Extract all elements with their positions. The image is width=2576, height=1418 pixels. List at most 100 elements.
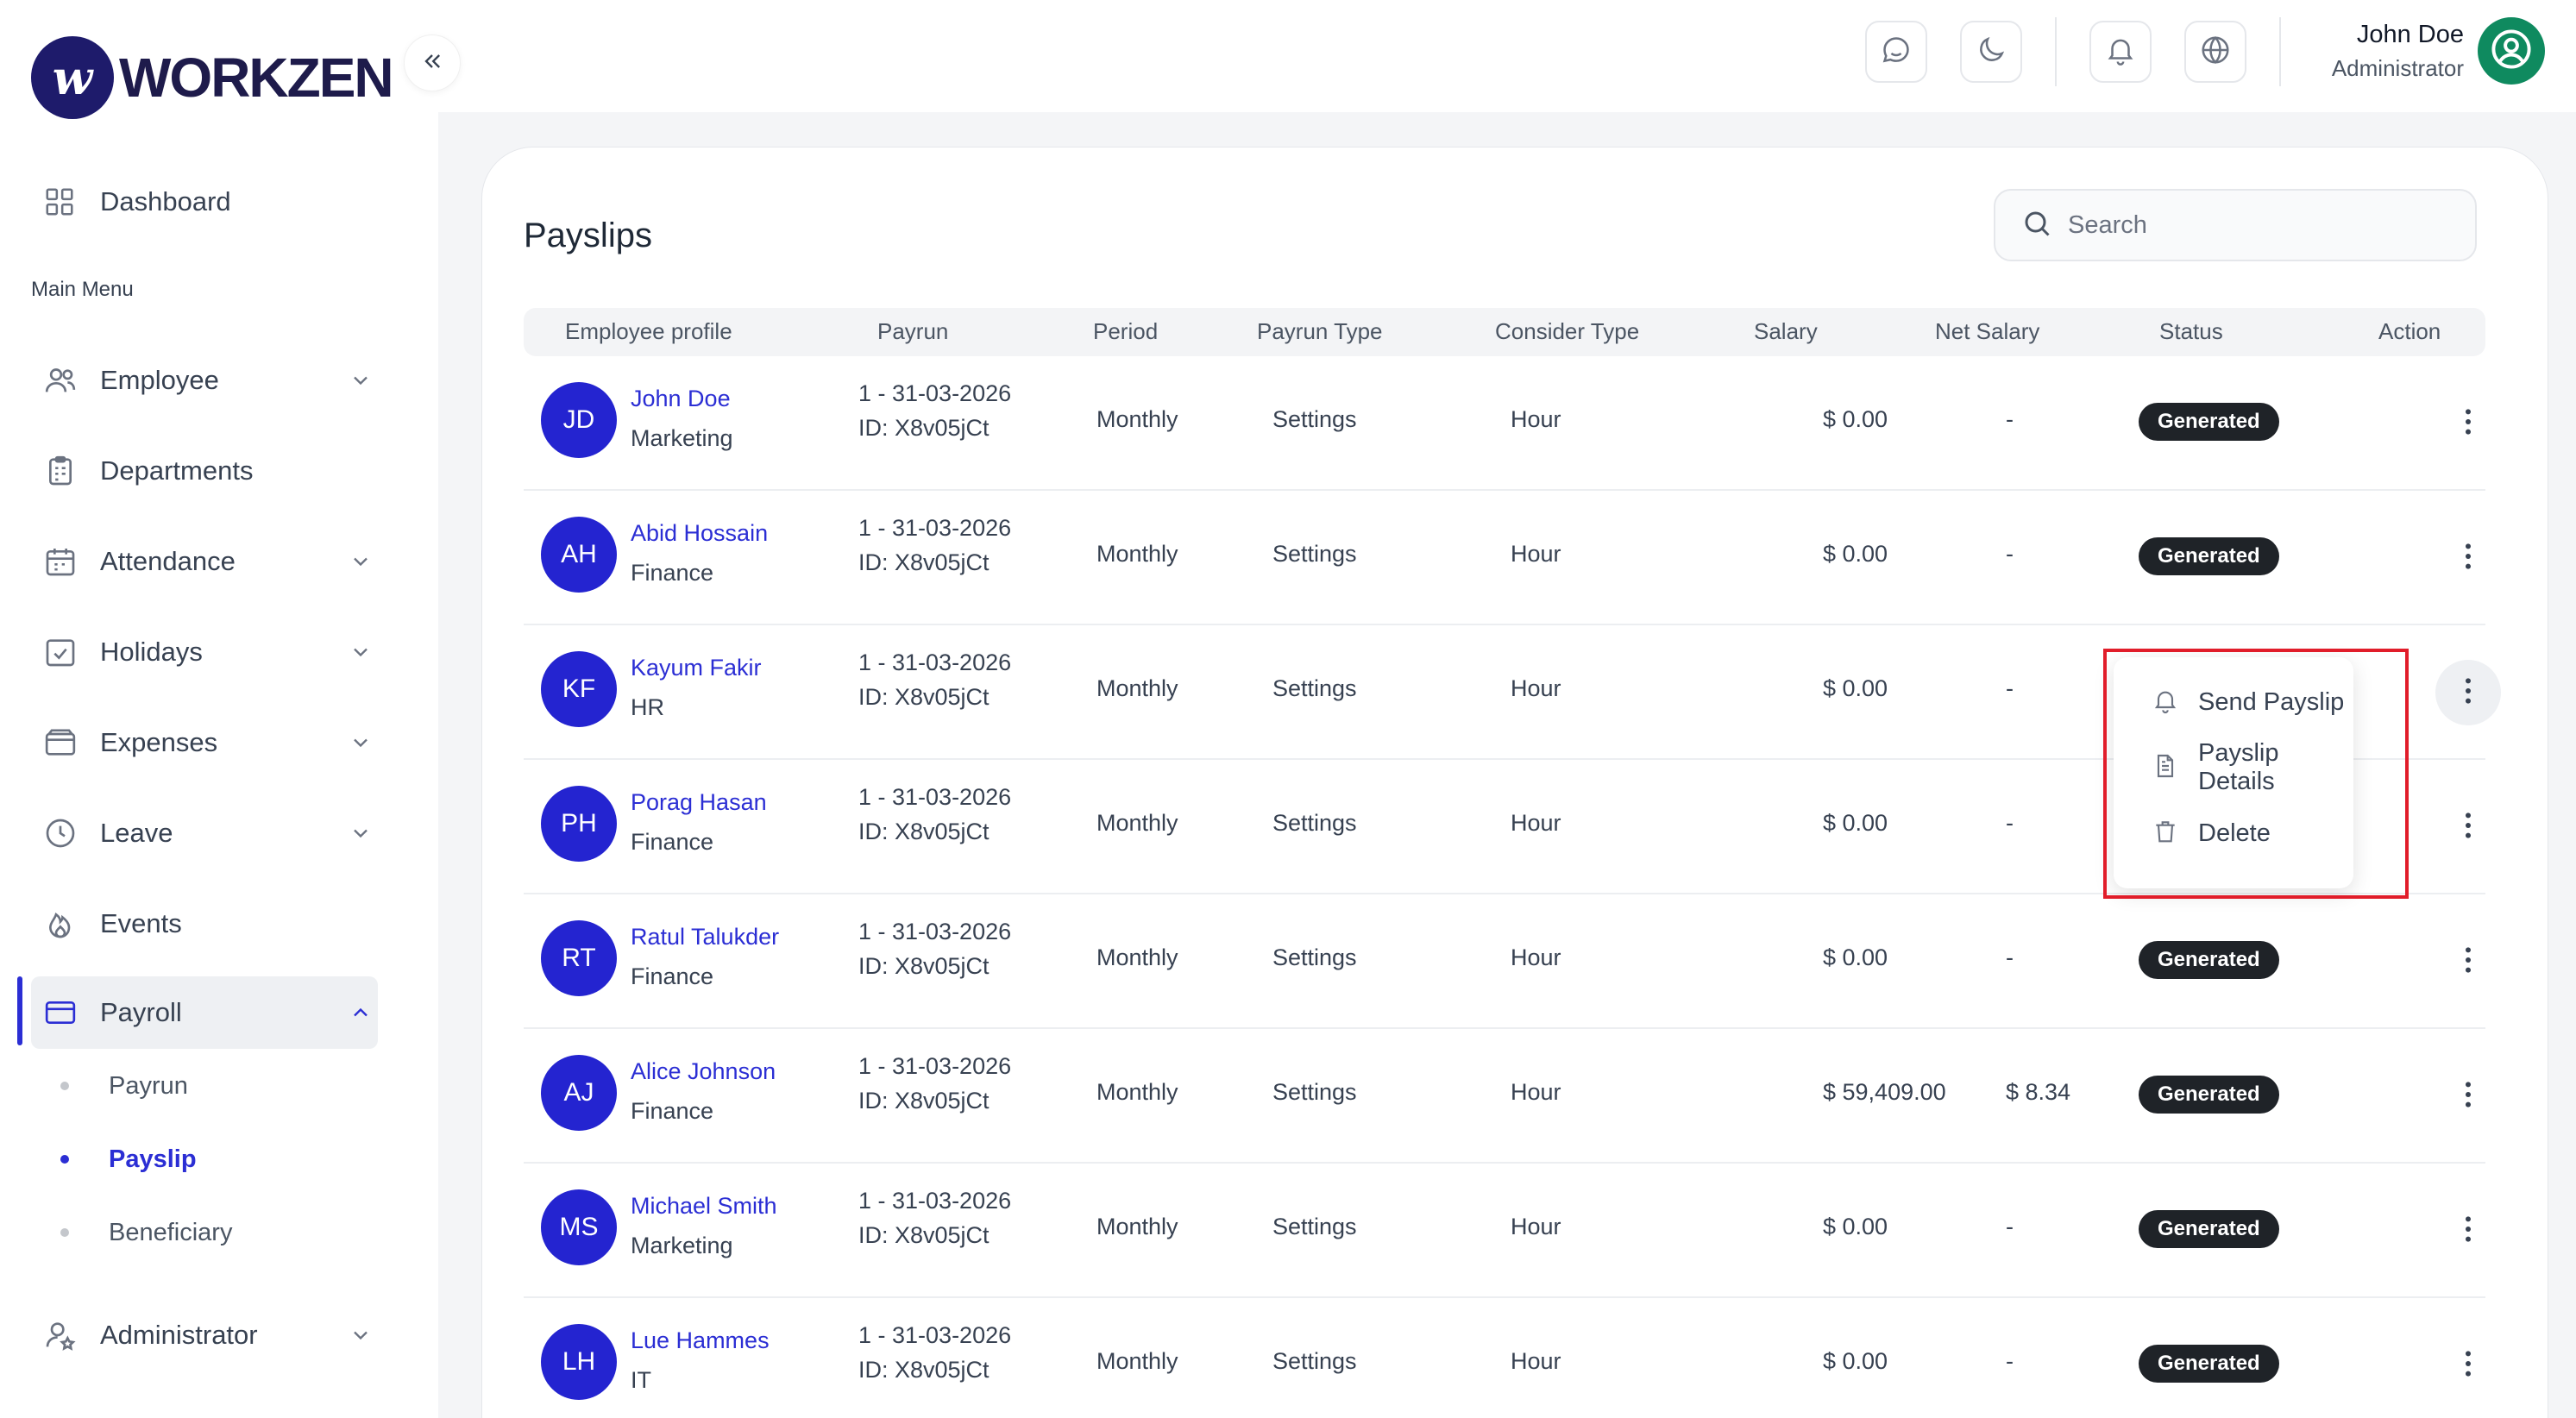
period-cell: Monthly [1096, 1214, 1178, 1239]
payrun-date: 1 - 31-03-2026 [858, 1188, 1012, 1214]
row-actions-button[interactable] [2435, 929, 2501, 994]
column-header[interactable]: Salary [1754, 318, 1818, 345]
employee-avatar[interactable]: JD [541, 382, 617, 458]
sidebar-subitem-payrun[interactable]: Payrun [60, 1064, 188, 1107]
consider-type-cell: Hour [1511, 810, 1561, 836]
employee-name-link[interactable]: Alice Johnson [631, 1058, 776, 1085]
payrun-date: 1 - 31-03-2026 [858, 649, 1012, 675]
notifications-button[interactable] [2089, 21, 2152, 83]
chat-button[interactable] [1865, 21, 1927, 83]
consider-type-cell: Hour [1511, 944, 1561, 970]
send-payslip-menu-item[interactable]: Send Payslip [2114, 669, 2353, 735]
column-header[interactable]: Payrun Type [1257, 318, 1383, 345]
more-vertical-icon [2451, 1346, 2485, 1385]
sidebar-subitem-label: Beneficiary [109, 1218, 233, 1246]
payrun-id: ID: X8v05jCt [858, 415, 990, 441]
delete-menu-item[interactable]: Delete [2114, 800, 2353, 866]
table-row[interactable]: LH Lue Hammes IT 1 - 31-03-2026 ID: X8v05jCt… [524, 1298, 2485, 1418]
sidebar-item-departments[interactable]: Departments [31, 435, 378, 507]
chat-icon [1880, 34, 1913, 71]
table-row[interactable]: RT Ratul Talukder Finance 1 - 31-03-2026 ID:… [524, 894, 2485, 1029]
employee-avatar[interactable]: LH [541, 1324, 617, 1400]
logo[interactable]: w WORKZEN [31, 36, 394, 119]
net-salary-cell: - [2006, 944, 2014, 970]
payrun-type-cell: Settings [1272, 944, 1357, 970]
user-name[interactable]: John Doe [2357, 21, 2464, 49]
more-vertical-icon [2451, 1077, 2485, 1116]
employee-name-link[interactable]: Porag Hasan [631, 789, 767, 816]
table-row[interactable]: AH Abid Hossain Finance 1 - 31-03-2026 ID: X… [524, 491, 2485, 625]
row-actions-button[interactable] [2435, 660, 2501, 725]
column-header[interactable]: Net Salary [1935, 318, 2039, 345]
table-row[interactable]: MS Michael Smith Marketing 1 - 31-03-2026 ID… [524, 1164, 2485, 1298]
employee-avatar[interactable]: PH [541, 786, 617, 862]
row-actions-button[interactable] [2435, 1064, 2501, 1129]
sidebar-item-employee[interactable]: Employee [31, 344, 378, 417]
sidebar-item-attendance[interactable]: Attendance [31, 525, 378, 598]
column-header[interactable]: Period [1093, 318, 1158, 345]
employee-name-link[interactable]: Lue Hammes [631, 1327, 770, 1354]
employee-name-link[interactable]: Kayum Fakir [631, 655, 762, 681]
employee-avatar[interactable]: RT [541, 920, 617, 996]
sidebar-item-administrator[interactable]: Administrator [31, 1299, 378, 1371]
employee-avatar[interactable]: MS [541, 1189, 617, 1265]
moon-icon [1975, 34, 2007, 71]
employee-avatar[interactable]: AH [541, 517, 617, 593]
payrun-type-cell: Settings [1272, 406, 1357, 432]
more-vertical-icon [2451, 808, 2485, 847]
sidebar-item-events[interactable]: Events [31, 888, 378, 960]
column-header[interactable]: Employee profile [565, 318, 732, 345]
sidebar-subitem-payslip[interactable]: Payslip [60, 1138, 197, 1181]
collapse-sidebar-button[interactable] [404, 35, 461, 91]
row-actions-button[interactable] [2435, 794, 2501, 860]
sidebar-item-leave[interactable]: Leave [31, 797, 378, 869]
row-actions-button[interactable] [2435, 1198, 2501, 1264]
sidebar-item-label: Leave [100, 818, 173, 848]
consider-type-cell: Hour [1511, 1214, 1561, 1239]
payrun-type-cell: Settings [1272, 1214, 1357, 1239]
payrun-type-cell: Settings [1272, 541, 1357, 567]
employee-name-link[interactable]: Abid Hossain [631, 520, 768, 547]
payrun-id: ID: X8v05jCt [858, 1088, 990, 1114]
chevron-down-icon [343, 731, 378, 755]
sidebar-item-label: Expenses [100, 727, 218, 757]
language-button[interactable] [2184, 21, 2246, 83]
dark-mode-button[interactable] [1960, 21, 2022, 83]
sidebar-item-payroll[interactable]: Payroll [31, 976, 378, 1049]
net-salary-cell: - [2006, 406, 2014, 432]
header-divider [2055, 17, 2057, 86]
table-row[interactable]: JD John Doe Marketing 1 - 31-03-2026 ID: X8v… [524, 356, 2485, 491]
column-header[interactable]: Payrun [877, 318, 948, 345]
top-header: John Doe Administrator [438, 0, 2576, 112]
document-icon [2152, 752, 2179, 784]
payrun-id: ID: X8v05jCt [858, 684, 990, 710]
payslip-details-menu-item[interactable]: Payslip Details [2114, 735, 2353, 800]
employee-name-link[interactable]: Ratul Talukder [631, 924, 779, 951]
sidebar-item-dashboard[interactable]: Dashboard [31, 166, 378, 238]
employee-avatar[interactable]: KF [541, 651, 617, 727]
globe-icon [2199, 34, 2232, 71]
column-header[interactable]: Consider Type [1495, 318, 1639, 345]
search-input[interactable] [2068, 210, 2447, 240]
logo-text: WORKZEN [119, 47, 394, 109]
salary-cell: $ 0.00 [1823, 810, 1888, 836]
row-actions-button[interactable] [2435, 391, 2501, 456]
payrun-type-cell: Settings [1272, 810, 1357, 836]
column-header[interactable]: Status [2159, 318, 2223, 345]
row-actions-button[interactable] [2435, 1333, 2501, 1398]
employee-name-link[interactable]: John Doe [631, 386, 731, 412]
table-row[interactable]: AJ Alice Johnson Finance 1 - 31-03-2026 ID: … [524, 1029, 2485, 1164]
row-actions-button[interactable] [2435, 525, 2501, 591]
employee-avatar[interactable]: AJ [541, 1055, 617, 1131]
sidebar-subitem-beneficiary[interactable]: Beneficiary [60, 1211, 232, 1254]
employee-department: Finance [631, 829, 714, 855]
sidebar-item-expenses[interactable]: Expenses [31, 706, 378, 779]
avatar[interactable] [2478, 17, 2545, 85]
grid-icon [31, 185, 100, 218]
calendar-check-icon [31, 635, 100, 669]
sidebar-item-holidays[interactable]: Holidays [31, 616, 378, 688]
employee-name-link[interactable]: Michael Smith [631, 1193, 777, 1220]
search-box[interactable] [1994, 189, 2477, 261]
column-header[interactable]: Action [2378, 318, 2441, 345]
action-menu: Send Payslip Payslip Details Delete [2114, 657, 2353, 888]
